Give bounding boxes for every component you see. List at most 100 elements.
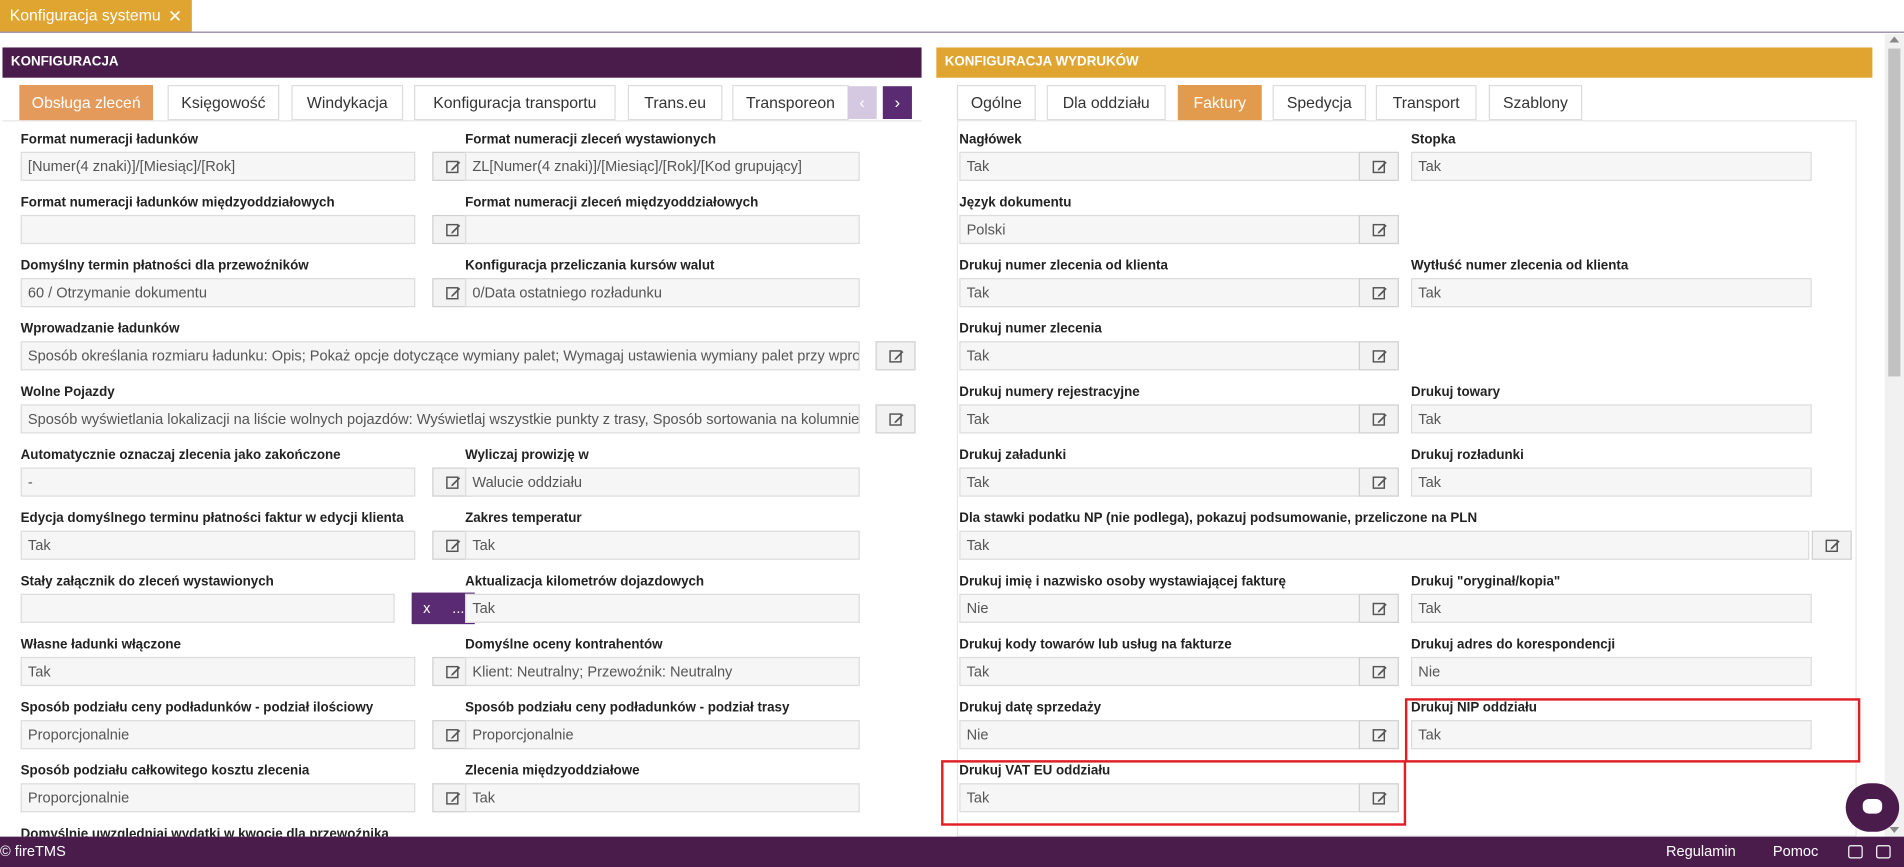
tab-accounting[interactable]: Księgowość [167,85,280,121]
tab-debt-collection[interactable]: Windykacja [291,85,404,121]
tab-transport[interactable]: Transport [1375,85,1477,121]
field-label: Zakres temperatur [465,511,582,526]
tab-forwarding[interactable]: Spedycja [1272,85,1367,121]
field-value[interactable]: Tak [1411,593,1812,623]
tab-templates[interactable]: Szablony [1488,85,1583,121]
scroll-down-arrow[interactable] [1889,826,1900,834]
field-value[interactable] [20,593,395,623]
field-value[interactable]: Tak [959,467,1361,497]
edit-icon [446,729,461,742]
edit-icon [1372,476,1387,489]
chevron-right-icon[interactable]: › [882,86,912,120]
config-field: Zakres temperatur Tak [465,510,922,560]
field-value[interactable]: Nie [959,720,1361,750]
field-value[interactable]: Polski [959,214,1361,245]
field-label: Zlecenia międzyoddziałowe [465,763,640,779]
window-icon[interactable] [1876,845,1891,859]
edit-button[interactable] [1358,151,1399,181]
field-value[interactable]: Tak [959,278,1361,308]
close-icon[interactable]: ✕ [168,0,182,32]
field-value[interactable]: Tak [1411,467,1812,497]
field-value[interactable]: Tak [20,530,416,560]
field-value[interactable]: Proporcjonalnie [465,720,860,750]
config-field: Sposób podziału ceny podładunków - podzi… [20,699,474,750]
field-value[interactable]: Nie [1411,656,1812,687]
tab-general[interactable]: Ogólne [956,85,1036,121]
field-value[interactable]: - [20,467,416,497]
field-value[interactable]: Tak [959,341,1361,371]
tab-order-handling[interactable]: Obsługa zleceń [19,85,154,121]
field-value[interactable]: Tak [465,593,860,623]
edit-button[interactable] [1358,341,1399,371]
field-label: Wytłuść numer zlecenia od klienta [1411,258,1629,274]
clear-attachment-button[interactable]: x [411,592,443,625]
field-value[interactable]: Walucie oddziału [465,467,860,497]
edit-icon [889,413,904,426]
page-scrollbar[interactable] [1884,34,1904,837]
field-value[interactable]: Tak [959,151,1361,181]
field-value[interactable]: 0/Data ostatniego rozładunku [465,278,860,308]
config-field: Format numeracji zleceń wystawionych ZL[N… [465,131,922,181]
terms-link[interactable]: Regulamin [1666,837,1736,867]
field-value[interactable]: Tak [465,783,860,813]
scroll-thumb[interactable] [1888,48,1901,377]
field-value[interactable]: ZL[Numer(4 znaki)]/[Miesiąc]/[Rok]/[Kod … [465,151,860,181]
config-field: Wprowadzanie ładunków Sposób określania r… [20,321,917,371]
edit-button[interactable] [1358,656,1399,687]
chevron-left-icon[interactable]: ‹ [847,86,877,120]
config-field: Wytłuść numer zlecenia od klienta Tak [1411,257,1872,308]
field-value[interactable]: Sposób określania rozmiaru ładunku: Opis… [20,341,860,371]
edit-button[interactable] [1358,467,1399,497]
footer-bar: © fireTMS Regulamin Pomoc [0,836,1904,867]
scroll-up-arrow[interactable] [1889,36,1900,43]
field-value[interactable]: Nie [959,593,1361,623]
edit-icon [1372,665,1387,679]
edit-button[interactable] [1358,593,1399,623]
field-value[interactable]: Tak [959,404,1361,434]
field-value[interactable]: Tak [1411,278,1812,308]
field-value[interactable]: Proporcjonalnie [20,783,416,813]
tab-transporeon[interactable]: Transporeon [732,85,849,121]
edit-button[interactable] [875,404,916,434]
message-icon[interactable] [1848,845,1863,859]
config-field: Drukuj numery rejestracyjne Tak [959,384,1400,434]
field-value[interactable]: Tak [1411,151,1812,181]
tab-invoices[interactable]: Faktury [1177,85,1262,121]
edit-button[interactable] [1811,530,1852,560]
field-value[interactable]: [Numer(4 znaki)]/[Miesiąc]/[Rok] [20,151,416,181]
field-value[interactable]: 60 / Otrzymanie dokumentu [20,278,416,308]
field-value[interactable]: Sposób wyświetlania lokalizacji na liści… [20,404,860,434]
config-field: Konfiguracja przeliczania kursów walut 0/… [465,257,922,308]
chat-button[interactable] [1845,783,1900,832]
field-label: Drukuj załadunki [959,448,1067,463]
field-value[interactable] [465,214,860,245]
edit-icon [446,287,461,300]
config-panel: KONFIGURACJA Obsługa zleceń Księgowość W… [2,47,922,837]
tab-trans-eu[interactable]: Trans.eu [627,85,723,121]
document-tab-bar: Konfiguracja systemu ✕ [0,0,1904,33]
field-label: Wprowadzanie ładunków [20,321,180,337]
edit-button[interactable] [1358,214,1399,245]
edit-button[interactable] [1358,404,1399,434]
field-value[interactable]: Proporcjonalnie [20,720,416,750]
config-field: Sposób podziału całkowitego kosztu zlece… [20,763,474,813]
field-value[interactable]: Tak [959,656,1361,687]
app-window: Konfiguracja systemu ✕ KONFIGURACJA Obsł… [0,0,1904,867]
field-value[interactable]: Tak [465,530,860,560]
edit-button[interactable] [875,341,916,371]
field-value[interactable]: Tak [959,530,1810,560]
edit-button[interactable] [1358,278,1399,308]
config-field: Drukuj numer zlecenia od klienta Tak [959,257,1400,308]
field-label: Dla stawki podatku NP (nie podlega), pok… [959,511,1478,526]
tab-branch[interactable]: Dla oddziału [1046,85,1166,121]
field-value[interactable]: Tak [20,656,416,687]
field-value[interactable] [20,214,416,245]
field-value[interactable]: Klient: Neutralny; Przewoźnik: Neutralny [465,656,860,687]
field-value[interactable]: Tak [1411,404,1812,434]
help-link[interactable]: Pomoc [1773,837,1818,867]
highlight-branch-nip [1404,698,1861,763]
config-field: Stały załącznik do zleceń wystawionych x.… [20,573,475,625]
edit-button[interactable] [1358,720,1399,750]
tab-system-config[interactable]: Konfiguracja systemu ✕ [0,0,192,32]
tab-transport-config[interactable]: Konfiguracja transportu [414,85,616,121]
